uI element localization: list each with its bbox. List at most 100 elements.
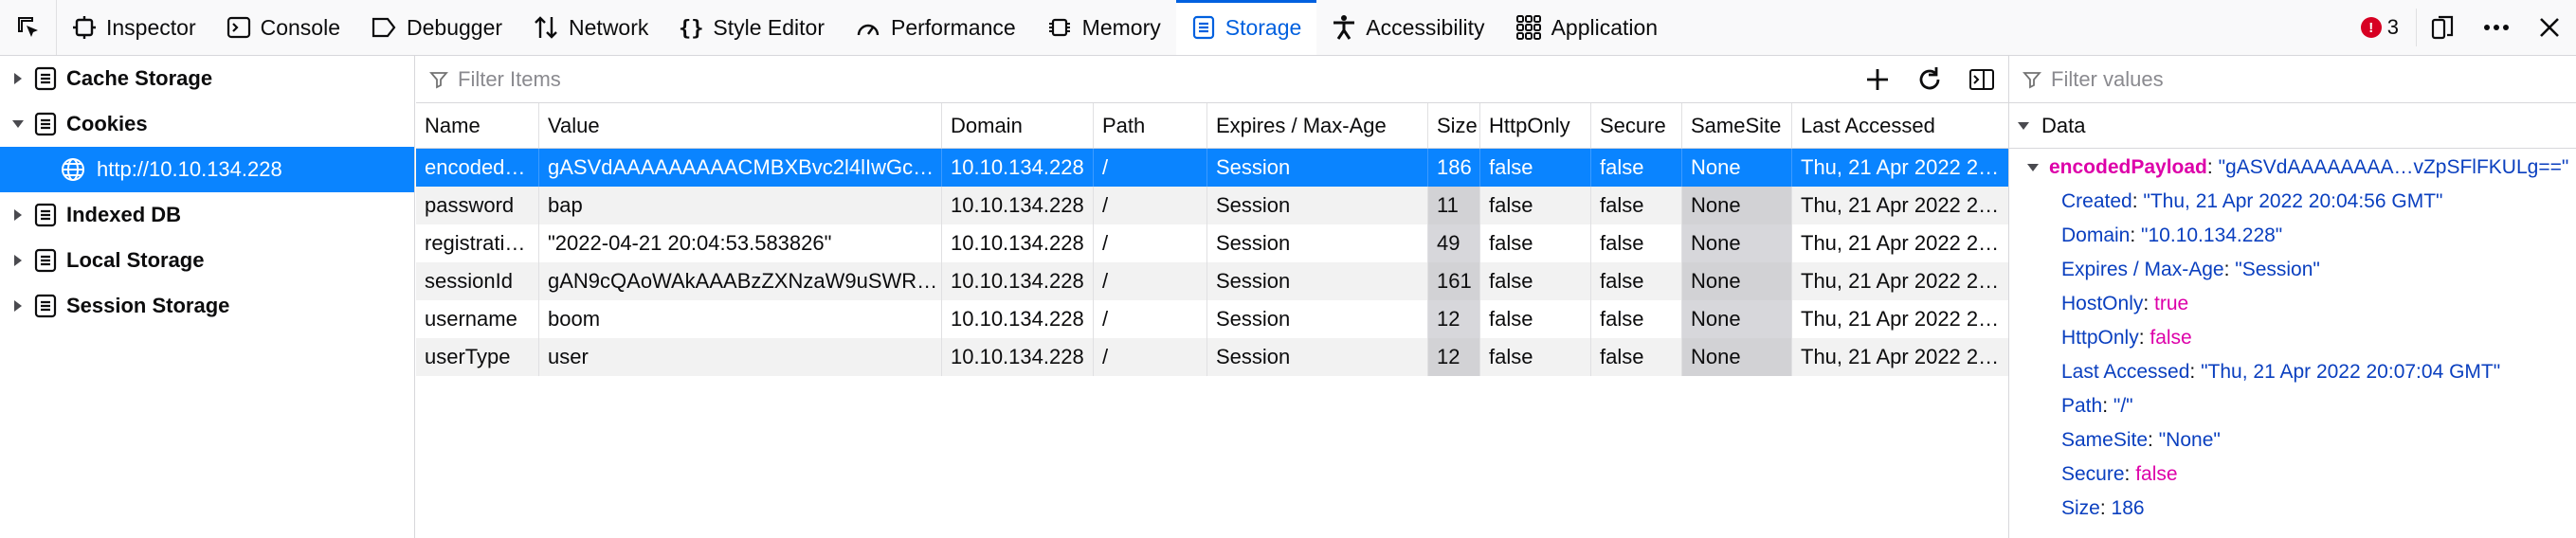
tab-memory[interactable]: Memory: [1031, 0, 1176, 55]
storage-icon: [34, 203, 57, 227]
column-header[interactable]: SameSite: [1682, 103, 1792, 148]
data-prop-value: 186: [2111, 497, 2145, 519]
cell-httponly: false: [1480, 187, 1591, 224]
column-header[interactable]: HttpOnly: [1480, 103, 1591, 148]
more-options-button[interactable]: [2470, 0, 2523, 56]
data-prop-value: "Session": [2235, 259, 2320, 280]
sidebar-item-label: Local Storage: [66, 248, 205, 272]
tab-style-editor[interactable]: {} Style Editor: [663, 0, 840, 55]
table-row[interactable]: registrati… "2022-04-21 20:04:53.583826"…: [416, 224, 2008, 262]
cell-expires: Session: [1207, 149, 1428, 187]
tab-label: Style Editor: [713, 14, 825, 40]
data-prop-value: "10.10.134.228": [2141, 224, 2283, 246]
tab-debugger[interactable]: Debugger: [355, 0, 517, 55]
column-header[interactable]: Last Accessed: [1792, 103, 2008, 148]
filter-icon: [429, 71, 448, 88]
filter-items-input[interactable]: Filter Items: [458, 67, 561, 92]
cell-secure: false: [1591, 338, 1682, 376]
cell-value: bap: [539, 187, 942, 224]
expanded-arrow-icon[interactable]: [8, 119, 28, 129]
cell-last-accessed: Thu, 21 Apr 2022 2…: [1801, 307, 2000, 331]
collapsed-arrow-icon[interactable]: [8, 208, 28, 222]
data-prop-value: "None": [2158, 429, 2221, 451]
column-header[interactable]: Expires / Max-Age: [1207, 103, 1428, 148]
cell-domain: 10.10.134.228: [942, 187, 1094, 224]
cell-name: sessionId: [416, 262, 539, 300]
column-header[interactable]: Size: [1428, 103, 1480, 148]
sidebar-item-cookie-host[interactable]: http://10.10.134.228: [0, 147, 414, 192]
data-prop-row[interactable]: SameSite: "None": [2009, 423, 2576, 457]
error-count-button[interactable]: ! 3: [2344, 9, 2417, 46]
cell-httponly: false: [1480, 224, 1591, 262]
cell-domain: 10.10.134.228: [942, 300, 1094, 338]
storage-icon: [34, 66, 57, 91]
cell-path: /: [1094, 300, 1207, 338]
data-prop-key: Expires / Max-Age: [2061, 259, 2224, 280]
data-prop-key: Domain: [2061, 224, 2131, 246]
sidebar-item-label: Cookies: [66, 112, 148, 135]
collapsed-arrow-icon[interactable]: [8, 254, 28, 267]
element-picker-button[interactable]: [0, 0, 57, 55]
data-prop-key: Path: [2061, 395, 2103, 417]
tab-label: Console: [260, 14, 340, 40]
devtools-toolbar: Inspector Console Debugger Network {} St…: [0, 0, 2576, 56]
column-header[interactable]: Domain: [942, 103, 1094, 148]
filter-values-input[interactable]: Filter values: [2051, 67, 2164, 92]
data-section-label: Data: [2041, 113, 2086, 137]
column-header[interactable]: Secure: [1591, 103, 1682, 148]
tab-storage[interactable]: Storage: [1175, 0, 1317, 55]
tab-label: Network: [569, 14, 649, 40]
sidebar-item-cookies[interactable]: Cookies: [0, 101, 414, 147]
table-row[interactable]: sessionId gAN9cQAoWAkAAABzZXNzaW9uSWR… 1…: [416, 262, 2008, 300]
tab-console[interactable]: Console: [211, 0, 355, 55]
data-prop-key: Secure: [2061, 463, 2125, 485]
data-root-row[interactable]: encodedPayload: "gASVdAAAAAAAA…vZpSFlFKU…: [2009, 151, 2576, 185]
add-item-icon[interactable]: [1864, 66, 1891, 93]
data-prop-row[interactable]: HttpOnly: false: [2009, 321, 2576, 355]
data-prop-row[interactable]: Created: "Thu, 21 Apr 2022 20:04:56 GMT": [2009, 185, 2576, 219]
sidebar-item-indexed-db[interactable]: Indexed DB: [0, 192, 414, 238]
close-devtools-button[interactable]: [2523, 0, 2576, 56]
cell-value: gASVdAAAAAAAAACMBXBvc2l4lIwGc3…: [539, 149, 942, 187]
data-prop-value: false: [2135, 463, 2178, 485]
tab-network[interactable]: Network: [517, 0, 663, 55]
globe-icon: [61, 157, 85, 182]
tab-accessibility[interactable]: Accessibility: [1316, 0, 1499, 55]
toggle-sidebar-icon[interactable]: [1968, 67, 1995, 92]
data-prop-row[interactable]: Size: 186: [2009, 492, 2576, 526]
tab-inspector[interactable]: Inspector: [57, 0, 211, 55]
sidebar-item-cache-storage[interactable]: Cache Storage: [0, 56, 414, 101]
table-row[interactable]: encoded… gASVdAAAAAAAAACMBXBvc2l4lIwGc3……: [416, 149, 2008, 187]
tab-application[interactable]: Application: [1500, 0, 1674, 55]
data-prop-row[interactable]: Last Accessed: "Thu, 21 Apr 2022 20:07:0…: [2009, 355, 2576, 389]
sidebar-item-local-storage[interactable]: Local Storage: [0, 238, 414, 283]
tab-performance[interactable]: Performance: [840, 0, 1031, 55]
collapsed-arrow-icon[interactable]: [8, 72, 28, 85]
cell-expires: Session: [1207, 187, 1428, 224]
table-row[interactable]: userType user 10.10.134.228 / Session 12…: [416, 338, 2008, 376]
column-header[interactable]: Value: [539, 103, 942, 148]
cell-value: boom: [539, 300, 942, 338]
collapsed-arrow-icon[interactable]: [8, 299, 28, 313]
table-row[interactable]: password bap 10.10.134.228 / Session 11 …: [416, 187, 2008, 224]
data-prop-row[interactable]: HostOnly: true: [2009, 287, 2576, 321]
data-prop-row[interactable]: Domain: "10.10.134.228": [2009, 219, 2576, 253]
cell-path: /: [1094, 149, 1207, 187]
data-prop-row[interactable]: Expires / Max-Age: "Session": [2009, 253, 2576, 287]
data-prop-row[interactable]: Path: "/": [2009, 389, 2576, 423]
cell-name: password: [416, 187, 539, 224]
refresh-icon[interactable]: [1915, 65, 1944, 94]
column-header[interactable]: Name: [416, 103, 539, 148]
table-row[interactable]: username boom 10.10.134.228 / Session 12…: [416, 300, 2008, 338]
data-prop-row[interactable]: Secure: false: [2009, 457, 2576, 492]
cell-name: userType: [416, 338, 539, 376]
responsive-design-button[interactable]: [2417, 0, 2470, 56]
data-props: Created: "Thu, 21 Apr 2022 20:04:56 GMT"…: [2009, 185, 2576, 526]
sidebar-item-session-storage[interactable]: Session Storage: [0, 283, 414, 329]
column-header[interactable]: Path: [1094, 103, 1207, 148]
expanded-arrow-icon: [2026, 163, 2040, 172]
cell-domain: 10.10.134.228: [942, 262, 1094, 300]
data-section-header[interactable]: Data: [2009, 103, 2576, 149]
error-count: 3: [2386, 15, 2399, 39]
cell-size: 11: [1428, 187, 1480, 224]
